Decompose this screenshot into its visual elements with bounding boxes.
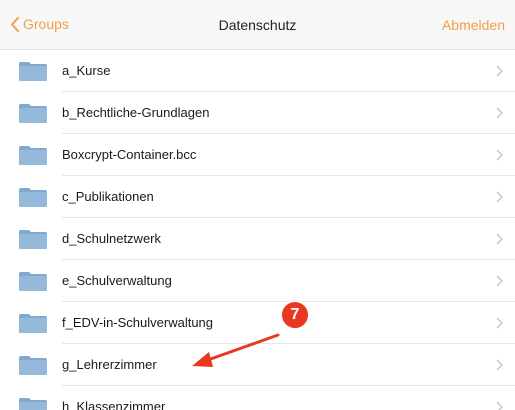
- navigation-bar: Groups Datenschutz Abmelden: [0, 0, 515, 50]
- list-item[interactable]: e_Schulverwaltung: [0, 260, 515, 302]
- folder-icon: [19, 146, 47, 165]
- list-item[interactable]: b_Rechtliche-Grundlagen: [0, 92, 515, 134]
- folder-icon: [19, 230, 47, 249]
- chevron-right-icon: [496, 107, 503, 119]
- chevron-right-icon: [496, 191, 503, 203]
- chevron-right-icon: [496, 317, 503, 329]
- list-item[interactable]: h_Klassenzimmer: [0, 386, 515, 410]
- folder-icon: [19, 314, 47, 333]
- list-item[interactable]: f_EDV-in-Schulverwaltung: [0, 302, 515, 344]
- list-item[interactable]: c_Publikationen: [0, 176, 515, 218]
- folder-list: a_Kurse b_Rechtliche-Grundlagen Boxcrypt…: [0, 50, 515, 410]
- folder-icon: [19, 104, 47, 123]
- folder-icon: [19, 398, 47, 410]
- list-item-label: f_EDV-in-Schulverwaltung: [62, 315, 214, 330]
- page-title: Datenschutz: [218, 17, 297, 33]
- list-item[interactable]: d_Schulnetzwerk: [0, 218, 515, 260]
- folder-icon: [19, 62, 47, 81]
- step-number-badge: 7: [280, 300, 310, 330]
- list-item[interactable]: g_Lehrerzimmer: [0, 344, 515, 386]
- folder-icon: [19, 356, 47, 375]
- chevron-right-icon: [496, 401, 503, 410]
- list-item[interactable]: a_Kurse: [0, 50, 515, 92]
- folder-icon: [19, 188, 47, 207]
- list-item-label: b_Rechtliche-Grundlagen: [62, 105, 210, 120]
- logout-button[interactable]: Abmelden: [442, 17, 505, 33]
- chevron-right-icon: [496, 149, 503, 161]
- list-item-label: Boxcrypt-Container.bcc: [62, 147, 197, 162]
- chevron-right-icon: [496, 275, 503, 287]
- screen: Groups Datenschutz Abmelden a_Kurse b_Re…: [0, 0, 515, 410]
- chevron-right-icon: [496, 359, 503, 371]
- list-item[interactable]: Boxcrypt-Container.bcc: [0, 134, 515, 176]
- folder-icon: [19, 272, 47, 291]
- list-item-label: h_Klassenzimmer: [62, 399, 166, 410]
- list-item-label: a_Kurse: [62, 63, 111, 78]
- chevron-right-icon: [496, 233, 503, 245]
- list-item-label: c_Publikationen: [62, 189, 154, 204]
- list-item-label: g_Lehrerzimmer: [62, 357, 157, 372]
- list-item-label: d_Schulnetzwerk: [62, 231, 161, 246]
- chevron-right-icon: [496, 65, 503, 77]
- list-item-label: e_Schulverwaltung: [62, 273, 172, 288]
